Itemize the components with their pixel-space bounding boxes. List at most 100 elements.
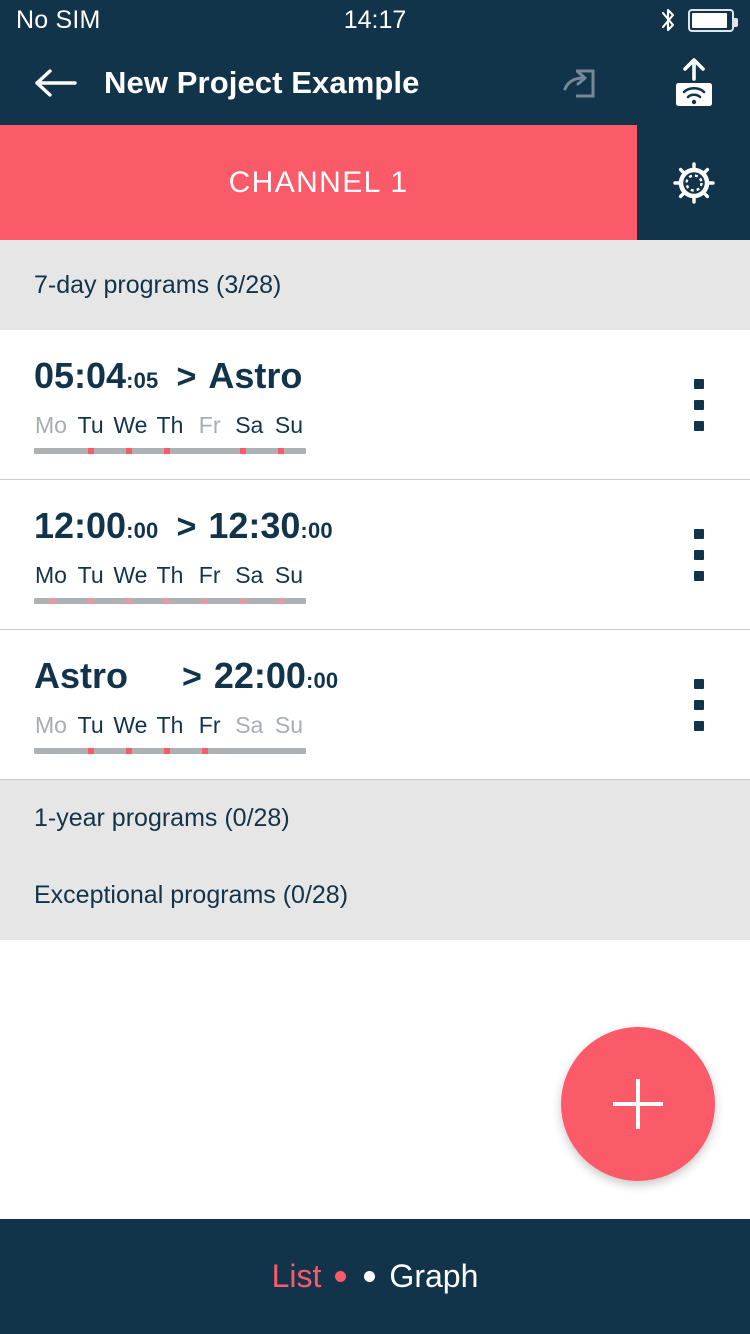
- program-info: 05:04:05 > Astro Mo Tu We Th Fr Sa Su: [0, 355, 654, 454]
- day-label-fr: Fr: [198, 712, 221, 738]
- day-label-mo: Mo: [35, 412, 67, 438]
- upload-button[interactable]: [666, 55, 722, 111]
- day-tick-fr: [202, 748, 208, 754]
- program-end-time: 22:00: [213, 655, 306, 696]
- program-start-time: Astro: [34, 655, 129, 696]
- program-day-bar: [34, 448, 306, 454]
- kebab-menu-icon[interactable]: [654, 378, 744, 431]
- tab-graph-label: Graph: [389, 1258, 479, 1294]
- day-label-su: Su: [274, 562, 303, 588]
- channel-settings-button[interactable]: [637, 125, 750, 240]
- section-header-1year[interactable]: 1-year programs (0/28): [0, 780, 750, 857]
- tab-graph-dot-icon: [364, 1271, 376, 1282]
- kebab-menu-icon[interactable]: [654, 528, 744, 581]
- day-tick-th: [164, 448, 170, 454]
- carrier-label: No SIM: [16, 5, 101, 34]
- day-label-su: Su: [274, 412, 303, 438]
- day-tick-sa: [240, 598, 246, 604]
- program-row[interactable]: 05:04:05 > Astro Mo Tu We Th Fr Sa Su: [0, 330, 750, 480]
- program-end-seconds: :00: [305, 668, 339, 693]
- login-box-icon: [563, 69, 595, 97]
- program-start-time: 12:00: [34, 505, 127, 546]
- day-label-th: Th: [156, 712, 184, 738]
- program-list: 05:04:05 > Astro Mo Tu We Th Fr Sa Su 12:00:00 >12:…: [0, 330, 750, 780]
- program-day-bar: [34, 748, 306, 754]
- day-tick-tu: [88, 448, 94, 454]
- program-info: 12:00:00 >12:30:00 Mo Tu We Th Fr Sa Su: [0, 505, 654, 604]
- bluetooth-icon: [661, 8, 675, 32]
- program-time: Astro >22:00:00: [34, 655, 654, 702]
- status-icons: [659, 7, 738, 33]
- program-end-time: 12:30: [208, 505, 301, 546]
- program-end-time: Astro: [208, 355, 303, 396]
- empty-area: [0, 940, 750, 1219]
- back-button[interactable]: [30, 57, 82, 109]
- plus-icon: [613, 1079, 663, 1129]
- app-bar: New Project Example: [0, 40, 750, 125]
- status-bar: No SIM 14:17: [0, 0, 750, 40]
- day-tick-mo: [50, 598, 56, 604]
- program-end-seconds: :00: [300, 518, 333, 543]
- section-header-exceptional[interactable]: Exceptional programs (0/28): [0, 857, 750, 934]
- gear-icon: [672, 161, 715, 204]
- kebab-menu-icon[interactable]: [654, 678, 744, 731]
- channel-selector[interactable]: CHANNEL 1: [0, 125, 637, 240]
- status-time: 14:17: [343, 5, 407, 34]
- day-tick-fr: [202, 598, 208, 604]
- program-day-bar: [34, 598, 306, 604]
- program-arrow-icon: >: [182, 658, 202, 696]
- day-label-we: We: [113, 412, 148, 438]
- day-tick-tu: [88, 748, 94, 754]
- day-label-mo: Mo: [35, 712, 67, 738]
- program-arrow-icon: >: [176, 508, 197, 546]
- back-arrow-icon: [35, 68, 77, 97]
- add-program-button[interactable]: [561, 1027, 715, 1181]
- tab-list[interactable]: List: [272, 1258, 347, 1295]
- program-days: Mo Tu We Th Fr Sa Su: [34, 412, 306, 439]
- section-header-7day[interactable]: 7-day programs (3/28): [0, 240, 750, 330]
- day-label-we: We: [113, 562, 148, 588]
- day-tick-su: [278, 448, 284, 454]
- day-label-fr: Fr: [198, 412, 221, 438]
- program-row[interactable]: 12:00:00 >12:30:00 Mo Tu We Th Fr Sa Su: [0, 480, 750, 630]
- other-sections: 1-year programs (0/28) Exceptional progr…: [0, 780, 750, 940]
- program-time: 05:04:05 > Astro: [34, 355, 654, 402]
- day-tick-we: [126, 748, 132, 754]
- content-area: 7-day programs (3/28) 05:04:05 > Astro Mo Tu…: [0, 240, 750, 1219]
- day-label-mo: Mo: [35, 562, 67, 588]
- program-start-seconds: :00: [126, 518, 159, 543]
- day-label-sa: Sa: [235, 412, 264, 438]
- day-label-th: Th: [156, 412, 184, 438]
- program-days: Mo Tu We Th Fr Sa Su: [34, 562, 306, 589]
- program-arrow-icon: >: [176, 358, 197, 396]
- tab-list-label: List: [271, 1258, 322, 1294]
- day-tick-th: [164, 748, 170, 754]
- day-label-we: We: [113, 712, 148, 738]
- day-label-tu: Tu: [77, 412, 104, 438]
- tab-list-dot-icon: [335, 1271, 347, 1282]
- program-days: Mo Tu We Th Fr Sa Su: [34, 712, 306, 739]
- channel-bar: CHANNEL 1: [0, 125, 750, 240]
- day-tick-sa: [240, 448, 246, 454]
- day-tick-su: [278, 598, 284, 604]
- day-tick-th: [164, 598, 170, 604]
- battery-icon: [688, 8, 738, 32]
- page-title: New Project Example: [104, 64, 420, 100]
- program-start-seconds: :05: [126, 368, 159, 393]
- connect-button[interactable]: [552, 55, 608, 111]
- day-label-sa: Sa: [235, 712, 264, 738]
- day-tick-we: [126, 598, 132, 604]
- day-tick-tu: [88, 598, 94, 604]
- day-tick-we: [126, 448, 132, 454]
- day-label-th: Th: [156, 562, 184, 588]
- program-row[interactable]: Astro >22:00:00 Mo Tu We Th Fr Sa Su: [0, 630, 750, 780]
- tab-graph[interactable]: Graph: [346, 1258, 478, 1295]
- day-label-su: Su: [274, 712, 303, 738]
- program-info: Astro >22:00:00 Mo Tu We Th Fr Sa Su: [0, 655, 654, 754]
- day-label-sa: Sa: [235, 562, 264, 588]
- app-screen: No SIM 14:17 New Project Example CHANNEL…: [0, 0, 750, 1334]
- upload-wifi-icon: [676, 57, 712, 106]
- day-label-tu: Tu: [77, 562, 104, 588]
- program-start-time: 05:04: [34, 355, 127, 396]
- bottom-nav: List Graph: [0, 1219, 750, 1334]
